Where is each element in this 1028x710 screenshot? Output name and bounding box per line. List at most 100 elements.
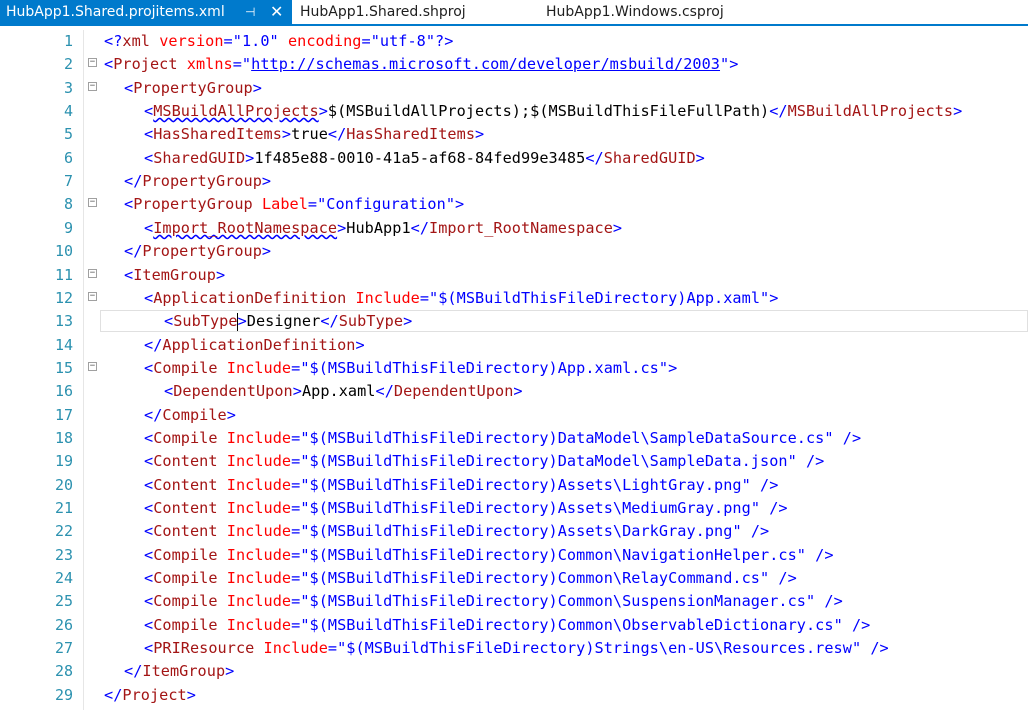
code-line[interactable]: 26 <Compile Include="$(MSBuildThisFileDir… bbox=[0, 614, 1028, 637]
code-line[interactable]: 20 <Content Include="$(MSBuildThisFileDir… bbox=[0, 474, 1028, 497]
code-text: <Content Include="$(MSBuildThisFileDirec… bbox=[144, 520, 769, 543]
code-token: encoding bbox=[287, 32, 362, 50]
code-token: $(MSBuildThisFileDirectory)Assets\LightG… bbox=[309, 475, 742, 494]
close-icon[interactable]: ✕ bbox=[270, 0, 283, 24]
code-line[interactable]: 3 − <PropertyGroup> bbox=[0, 77, 1028, 100]
code-text: <Content Include="$(MSBuildThisFileDirec… bbox=[144, 497, 788, 520]
code-token: Content bbox=[153, 522, 218, 541]
code-token: > bbox=[261, 172, 272, 191]
line-number: 26 bbox=[54, 615, 73, 634]
code-line[interactable]: 17 </Compile> bbox=[0, 404, 1028, 427]
collapse-toggle-icon[interactable]: − bbox=[88, 361, 97, 371]
code-token: Designer bbox=[246, 312, 321, 331]
collapse-toggle-icon[interactable]: − bbox=[88, 198, 97, 208]
code-token: =" bbox=[361, 32, 380, 50]
code-token: > bbox=[226, 405, 236, 424]
code-token: < bbox=[164, 312, 174, 331]
line-number: 16 bbox=[54, 382, 73, 401]
code-line[interactable]: 27 <PRIResource Include="$(MSBuildThisFil… bbox=[0, 637, 1028, 660]
code-token: Include bbox=[355, 288, 420, 307]
code-token: > bbox=[318, 102, 328, 121]
code-token: =" bbox=[291, 475, 310, 494]
code-line[interactable]: 2 − <Project xmlns="http://schemas.microso… bbox=[0, 53, 1028, 76]
document-tab-bar: HubApp1.Shared.projitems.xml ⊣ ✕ HubApp1… bbox=[0, 0, 1028, 26]
code-editor[interactable]: 1 <?xml version="1.0" encoding="utf-8"?> 2… bbox=[0, 30, 1028, 710]
collapse-toggle-icon[interactable]: − bbox=[88, 81, 97, 91]
code-line[interactable]: 11 − <ItemGroup> bbox=[0, 264, 1028, 287]
code-token: $(MSBuildThisFileDirectory)DataModel\Sam… bbox=[309, 428, 825, 447]
code-line[interactable]: 8 − <PropertyGroup Label="Configuration"> bbox=[0, 193, 1028, 216]
code-token: Import_RootNamespace bbox=[153, 218, 338, 237]
code-text: <?xml version="1.0" encoding="utf-8"?> bbox=[104, 30, 453, 53]
code-line[interactable]: 18 <Compile Include="$(MSBuildThisFileDir… bbox=[0, 427, 1028, 450]
code-line[interactable]: 7 </PropertyGroup> bbox=[0, 170, 1028, 193]
tab-shproj[interactable]: HubApp1.Shared.shproj bbox=[300, 0, 466, 24]
collapse-toggle-icon[interactable]: − bbox=[88, 58, 97, 68]
code-token: "> bbox=[760, 288, 779, 307]
code-token: http://schemas.microsoft.com/developer/m… bbox=[251, 55, 721, 74]
code-text: <Compile Include="$(MSBuildThisFileDirec… bbox=[144, 590, 843, 613]
code-token: =" bbox=[307, 195, 327, 214]
code-token: " /> bbox=[805, 592, 843, 611]
code-token: < bbox=[124, 265, 134, 284]
code-token: DependentUpon bbox=[173, 382, 293, 401]
tab-projitems[interactable]: HubApp1.Shared.projitems.xml ⊣ ✕ bbox=[0, 0, 292, 24]
code-token: $(MSBuildThisFileDirectory)Assets\DarkGr… bbox=[309, 522, 733, 541]
code-token: Import_RootNamespace bbox=[429, 218, 613, 237]
collapse-toggle-icon[interactable]: − bbox=[88, 291, 97, 301]
code-token: ItemGroup bbox=[142, 662, 226, 681]
code-line[interactable]: 10 </PropertyGroup> bbox=[0, 240, 1028, 263]
code-token: < bbox=[144, 569, 154, 588]
code-line[interactable]: 9 <Import_RootNamespace>HubApp1</Import_R… bbox=[0, 217, 1028, 240]
code-text: <Compile Include="$(MSBuildThisFileDirec… bbox=[144, 567, 797, 590]
code-line[interactable]: 19 <Content Include="$(MSBuildThisFileDir… bbox=[0, 450, 1028, 473]
pin-icon[interactable]: ⊣ bbox=[245, 0, 255, 24]
code-line[interactable]: 15 − <Compile Include="$(MSBuildThisFileDi… bbox=[0, 357, 1028, 380]
code-line[interactable]: 23 <Compile Include="$(MSBuildThisFileDir… bbox=[0, 544, 1028, 567]
code-line[interactable]: 14 </ApplicationDefinition> bbox=[0, 334, 1028, 357]
code-line[interactable]: 21 <Content Include="$(MSBuildThisFileDir… bbox=[0, 497, 1028, 520]
code-token: > bbox=[281, 125, 292, 144]
line-number: 19 bbox=[54, 452, 73, 471]
code-token: 1f485e88-0010-41a5-af68-84fed99e3485 bbox=[254, 148, 586, 167]
code-token: Compile bbox=[153, 545, 218, 564]
collapse-toggle-icon[interactable]: − bbox=[88, 268, 97, 278]
code-token: </ bbox=[769, 102, 788, 121]
code-token: =" bbox=[223, 32, 242, 50]
code-token: < bbox=[164, 382, 174, 401]
code-line[interactable]: 16 <DependentUpon>App.xaml</DependentUpon… bbox=[0, 380, 1028, 403]
code-line[interactable]: 25 <Compile Include="$(MSBuildThisFileDir… bbox=[0, 590, 1028, 613]
code-token: " /> bbox=[787, 452, 825, 471]
code-text: <HasSharedItems>true</HasSharedItems> bbox=[144, 123, 484, 146]
code-token: =" bbox=[327, 639, 347, 658]
code-line[interactable]: 28 </ItemGroup> bbox=[0, 660, 1028, 683]
code-line[interactable]: 4 <MSBuildAllProjects>$(MSBuildAllProject… bbox=[0, 100, 1028, 123]
code-text: <PropertyGroup Label="Configuration"> bbox=[124, 193, 464, 216]
code-token: "?> bbox=[425, 32, 454, 50]
code-line[interactable]: 6 <SharedGUID>1f485e88-0010-41a5-af68-84f… bbox=[0, 147, 1028, 170]
code-token: > bbox=[355, 335, 365, 354]
line-number: 27 bbox=[54, 639, 73, 658]
code-line[interactable]: 5 <HasSharedItems>true</HasSharedItems> bbox=[0, 123, 1028, 146]
code-token: " /> bbox=[851, 639, 889, 658]
code-token: xmlns bbox=[186, 55, 233, 74]
code-token: SubType bbox=[338, 312, 404, 331]
code-token: < bbox=[144, 499, 154, 517]
code-line[interactable]: 22 <Content Include="$(MSBuildThisFileDir… bbox=[0, 520, 1028, 543]
tab-windows-csproj[interactable]: HubApp1.Windows.csproj bbox=[546, 0, 724, 24]
code-token: HasSharedItems bbox=[346, 125, 476, 144]
code-token: DependentUpon bbox=[393, 382, 514, 401]
code-line[interactable]: 24 <Compile Include="$(MSBuildThisFileDir… bbox=[0, 567, 1028, 590]
code-text: <Compile Include="$(MSBuildThisFileDirec… bbox=[144, 357, 677, 380]
code-token: PropertyGroup bbox=[133, 78, 253, 97]
code-token: $(MSBuildThisFileDirectory)DataModel\Sam… bbox=[309, 452, 788, 471]
code-line[interactable]: 13 <SubType>Designer</SubType> bbox=[0, 310, 1028, 333]
code-line[interactable]: 29 </Project> bbox=[0, 684, 1028, 707]
code-line[interactable]: 12 − <ApplicationDefinition Include="$(MSB… bbox=[0, 287, 1028, 310]
code-token: > bbox=[261, 242, 272, 261]
code-token: > bbox=[225, 662, 235, 681]
code-line[interactable]: 1 <?xml version="1.0" encoding="utf-8"?> bbox=[0, 30, 1028, 53]
code-token: Content bbox=[153, 475, 218, 494]
